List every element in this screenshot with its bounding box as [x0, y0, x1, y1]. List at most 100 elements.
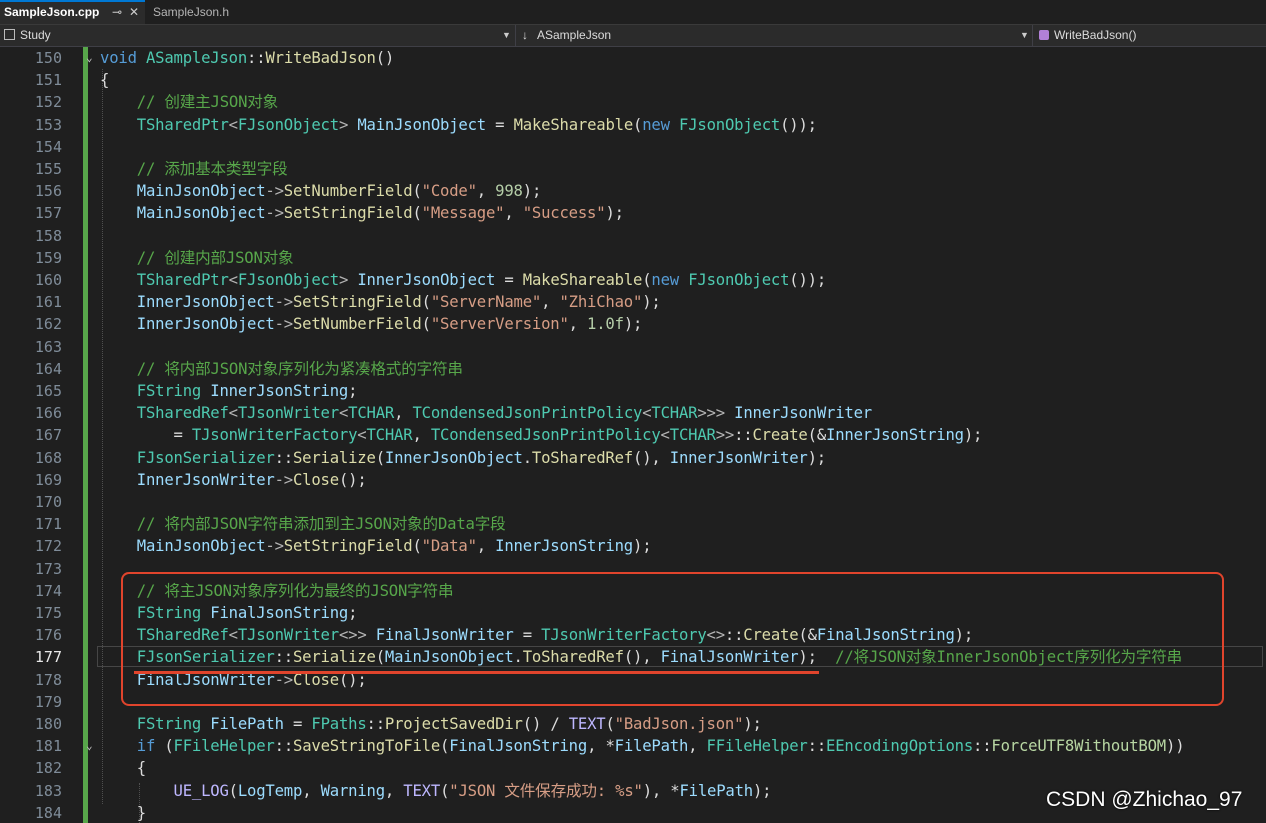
project-icon: [4, 29, 15, 40]
code-line[interactable]: 180 FString FilePath = FPaths::ProjectSa…: [0, 713, 1266, 735]
method-cube-icon: [1039, 30, 1049, 40]
code-text[interactable]: {: [100, 69, 109, 91]
line-number: 165: [34, 382, 62, 400]
code-line[interactable]: 151 {: [0, 69, 1266, 91]
code-text[interactable]: = TJsonWriterFactory<TCHAR, TCondensedJs…: [100, 424, 983, 446]
line-number: 167: [34, 426, 62, 445]
code-line[interactable]: 182 {: [0, 757, 1266, 779]
chevron-down-icon: ▼: [1020, 30, 1029, 40]
line-number: 178: [34, 670, 62, 689]
code-line[interactable]: 172 MainJsonObject->SetStringField("Data…: [0, 535, 1266, 557]
code-text[interactable]: TSharedRef<TJsonWriter<TCHAR, TCondensed…: [100, 402, 872, 424]
code-text[interactable]: }: [100, 802, 146, 823]
line-number: 164: [34, 359, 62, 378]
line-number: 161: [34, 293, 62, 312]
scope-arrow-icon: ↓: [522, 28, 528, 42]
code-line[interactable]: 150 void ASampleJson::WriteBadJson() ⌄: [0, 47, 1266, 69]
class-dropdown[interactable]: ↓ ASampleJson ▼: [516, 25, 1033, 46]
fold-chevron-icon[interactable]: ⌄: [86, 735, 93, 757]
line-number: 168: [34, 448, 62, 467]
line-number: 170: [34, 493, 62, 511]
code-line[interactable]: 154: [0, 136, 1266, 158]
line-number: 182: [34, 759, 62, 778]
code-text[interactable]: // 创建主JSON对象: [100, 91, 278, 113]
line-number: 174: [34, 581, 62, 600]
code-line[interactable]: 155 // 添加基本类型字段: [0, 158, 1266, 180]
line-number: 159: [34, 248, 62, 267]
line-number: 183: [34, 781, 62, 800]
line-number: 172: [34, 537, 62, 556]
line-number: 181: [34, 737, 62, 756]
code-line[interactable]: 164 // 将内部JSON对象序列化为紧凑格式的字符串: [0, 358, 1266, 380]
code-text[interactable]: FString InnerJsonString;: [100, 380, 358, 402]
code-text[interactable]: TSharedPtr<FJsonObject> InnerJsonObject …: [100, 269, 826, 291]
line-number: 158: [34, 226, 62, 245]
code-text[interactable]: InnerJsonObject->SetStringField("ServerN…: [100, 291, 661, 313]
line-number: 154: [34, 137, 62, 156]
code-text[interactable]: // 将内部JSON字符串添加到主JSON对象的Data字段: [100, 513, 506, 535]
tab-samplejson-h[interactable]: SampleJson.h: [146, 0, 278, 24]
project-dropdown[interactable]: Study ▼: [0, 25, 516, 46]
code-line[interactable]: 168 FJsonSerializer::Serialize(InnerJson…: [0, 447, 1266, 469]
line-number: 179: [34, 692, 62, 711]
code-line[interactable]: 171 // 将内部JSON字符串添加到主JSON对象的Data字段: [0, 513, 1266, 535]
code-line[interactable]: 159 // 创建内部JSON对象: [0, 247, 1266, 269]
line-number: 177: [34, 648, 62, 667]
tab-label: SampleJson.h: [153, 5, 230, 19]
code-text[interactable]: void ASampleJson::WriteBadJson(): [100, 47, 394, 69]
code-text[interactable]: // 创建内部JSON对象: [100, 247, 294, 269]
code-text[interactable]: // 将内部JSON对象序列化为紧凑格式的字符串: [100, 358, 463, 380]
code-text[interactable]: if (FFileHelper::SaveStringToFile(FinalJ…: [100, 735, 1185, 757]
code-line[interactable]: 157 MainJsonObject->SetStringField("Mess…: [0, 202, 1266, 224]
line-number: 156: [34, 182, 62, 201]
line-number: 184: [34, 803, 62, 822]
code-line[interactable]: 161 InnerJsonObject->SetStringField("Ser…: [0, 291, 1266, 313]
line-number: 176: [34, 626, 62, 645]
close-icon[interactable]: ✕: [129, 2, 139, 23]
line-number: 151: [34, 71, 62, 90]
tab-samplejson-cpp[interactable]: SampleJson.cpp ⊸ ✕: [0, 0, 145, 24]
code-line[interactable]: 158: [0, 225, 1266, 247]
code-line[interactable]: 156 MainJsonObject->SetNumberField("Code…: [0, 180, 1266, 202]
member-name: WriteBadJson(): [1054, 28, 1137, 42]
code-line[interactable]: 170: [0, 491, 1266, 513]
code-text[interactable]: UE_LOG(LogTemp, Warning, TEXT("JSON 文件保存…: [100, 780, 772, 802]
code-text[interactable]: FJsonSerializer::Serialize(InnerJsonObje…: [100, 447, 826, 469]
line-number: 163: [34, 337, 62, 356]
code-text[interactable]: InnerJsonWriter->Close();: [100, 469, 367, 491]
class-name: ASampleJson: [537, 28, 612, 42]
code-text[interactable]: MainJsonObject->SetNumberField("Code", 9…: [100, 180, 542, 202]
navigation-bar: Study ▼ ↓ ASampleJson ▼ WriteBadJson(): [0, 25, 1266, 47]
code-text[interactable]: MainJsonObject->SetStringField("Message"…: [100, 202, 624, 224]
tab-label: SampleJson.cpp: [4, 5, 100, 19]
annotation-box: [121, 572, 1224, 706]
code-text[interactable]: InnerJsonObject->SetNumberField("ServerV…: [100, 313, 643, 335]
line-number: 166: [34, 404, 62, 423]
code-line[interactable]: 162 InnerJsonObject->SetNumberField("Ser…: [0, 313, 1266, 335]
code-line[interactable]: 181 if (FFileHelper::SaveStringToFile(Fi…: [0, 735, 1266, 757]
line-number: 169: [34, 470, 62, 489]
code-text[interactable]: MainJsonObject->SetStringField("Data", I…: [100, 535, 652, 557]
code-line[interactable]: 165 FString InnerJsonString;: [0, 380, 1266, 402]
code-text[interactable]: FString FilePath = FPaths::ProjectSavedD…: [100, 713, 762, 735]
code-text[interactable]: {: [100, 757, 146, 779]
fold-chevron-icon[interactable]: ⌄: [86, 47, 93, 69]
line-number: 162: [34, 315, 62, 334]
code-line[interactable]: 167 = TJsonWriterFactory<TCHAR, TCondens…: [0, 424, 1266, 446]
code-editor[interactable]: 150 void ASampleJson::WriteBadJson() ⌄ 151{…: [0, 47, 1266, 823]
code-line[interactable]: 160 TSharedPtr<FJsonObject> InnerJsonObj…: [0, 269, 1266, 291]
code-text[interactable]: TSharedPtr<FJsonObject> MainJsonObject =…: [100, 114, 817, 136]
code-text[interactable]: // 添加基本类型字段: [100, 158, 288, 180]
pin-icon[interactable]: ⊸: [112, 2, 122, 23]
code-line[interactable]: 169 InnerJsonWriter->Close();: [0, 469, 1266, 491]
code-line[interactable]: 163: [0, 336, 1266, 358]
code-line[interactable]: 166 TSharedRef<TJsonWriter<TCHAR, TConde…: [0, 402, 1266, 424]
code-line[interactable]: 153 TSharedPtr<FJsonObject> MainJsonObje…: [0, 114, 1266, 136]
line-number: 175: [34, 604, 62, 622]
watermark: CSDN @Zhichao_97: [1046, 788, 1243, 811]
line-number: 173: [34, 559, 62, 578]
member-dropdown[interactable]: WriteBadJson(): [1033, 25, 1266, 46]
chevron-down-icon: ▼: [502, 30, 511, 40]
line-number: 180: [34, 715, 62, 733]
code-line[interactable]: 152 // 创建主JSON对象: [0, 91, 1266, 113]
